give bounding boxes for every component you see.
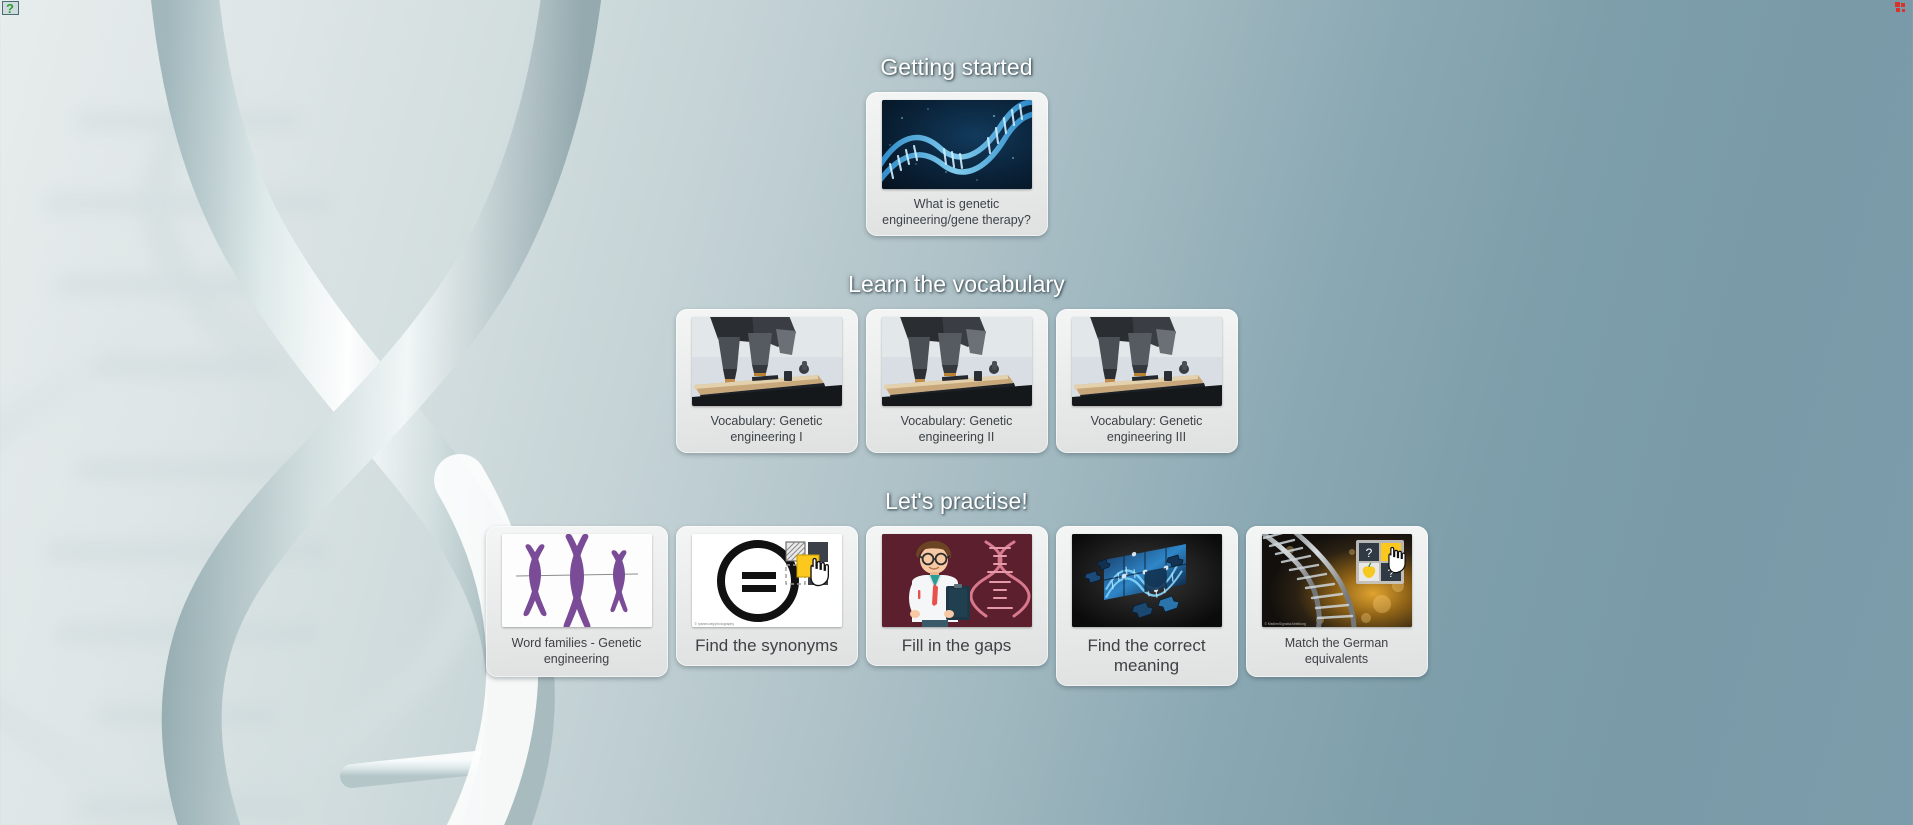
card-label: Vocabulary: Genetic engineering III (1090, 414, 1203, 444)
thumbnail-dna-puzzle (1071, 534, 1222, 627)
card-label: Word families - Genetic engineering (511, 636, 642, 666)
card-label: Find the synonyms (695, 636, 838, 655)
svg-text:?: ? (6, 1, 14, 16)
card-fill-in-the-gaps[interactable]: Fill in the gaps (865, 526, 1048, 666)
thumbnail-dna-helix-navy (881, 100, 1032, 189)
card-label: What is genetic engineering/gene therapy… (882, 197, 1031, 227)
card-label: Fill in the gaps (901, 636, 1012, 655)
dna-gold-memory-art: ? ? (1261, 534, 1412, 627)
thumbnail-microscope (691, 317, 842, 406)
card-label: Match the German equivalents (1284, 636, 1389, 666)
chromosomes-art (515, 534, 638, 627)
lesson-board: Getting started What is genetic engineer… (0, 0, 1913, 825)
section-title-getting-started: Getting started (880, 54, 1033, 80)
image-credit: © ryanmcvay/photography (694, 622, 735, 626)
scientist-dna-art (881, 534, 1032, 627)
thumbnail-microscope (881, 317, 1032, 406)
thumbnail-dna-gold-memory: ? ? © MedienSignaturAbteilung (1261, 534, 1412, 627)
card-label: Vocabulary: Genetic engineering I (710, 414, 823, 444)
microscope-art (1071, 317, 1222, 406)
card-label: Find the correct meaning (1087, 636, 1206, 675)
section-row-learn-the-vocabulary: Vocabulary: Genetic engineering I Vocabu… (675, 309, 1238, 453)
close-marker-icon[interactable] (1894, 1, 1907, 14)
image-credit: © MedienSignaturAbteilung (1264, 622, 1306, 626)
thumbnail-chromosomes (501, 534, 652, 627)
dna-puzzle-art (1071, 534, 1222, 627)
microscope-art (691, 317, 842, 406)
equals-sign-art (716, 540, 829, 622)
section-title-lets-practise: Let's practise! (885, 488, 1028, 514)
section-row-lets-practise: Word families - Genetic engineering © ry… (485, 526, 1428, 686)
card-word-families[interactable]: Word families - Genetic engineering (485, 526, 668, 677)
card-what-is-genetic-engineering[interactable]: What is genetic engineering/gene therapy… (865, 92, 1048, 236)
thumbnail-scientist-dna (881, 534, 1032, 627)
card-label: Vocabulary: Genetic engineering II (900, 414, 1013, 444)
help-question-icon[interactable]: ? (2, 1, 19, 18)
svg-text:?: ? (1365, 546, 1372, 560)
card-find-the-synonyms[interactable]: © ryanmcvay/photography Find the synonym… (675, 526, 858, 666)
dna-helix-art (881, 100, 1032, 183)
card-vocabulary-genetic-engineering-1[interactable]: Vocabulary: Genetic engineering I (675, 309, 858, 453)
card-match-the-german-equivalents[interactable]: ? ? © MedienSignaturAbteilung Match the … (1245, 526, 1428, 677)
section-title-learn-the-vocabulary: Learn the vocabulary (848, 271, 1065, 297)
card-vocabulary-genetic-engineering-3[interactable]: Vocabulary: Genetic engineering III (1055, 309, 1238, 453)
card-vocabulary-genetic-engineering-2[interactable]: Vocabulary: Genetic engineering II (865, 309, 1048, 453)
thumbnail-equals-circle: © ryanmcvay/photography (691, 534, 842, 627)
microscope-art (881, 317, 1032, 406)
section-row-getting-started: What is genetic engineering/gene therapy… (865, 92, 1048, 236)
card-find-the-correct-meaning[interactable]: Find the correct meaning (1055, 526, 1238, 686)
thumbnail-microscope (1071, 317, 1222, 406)
